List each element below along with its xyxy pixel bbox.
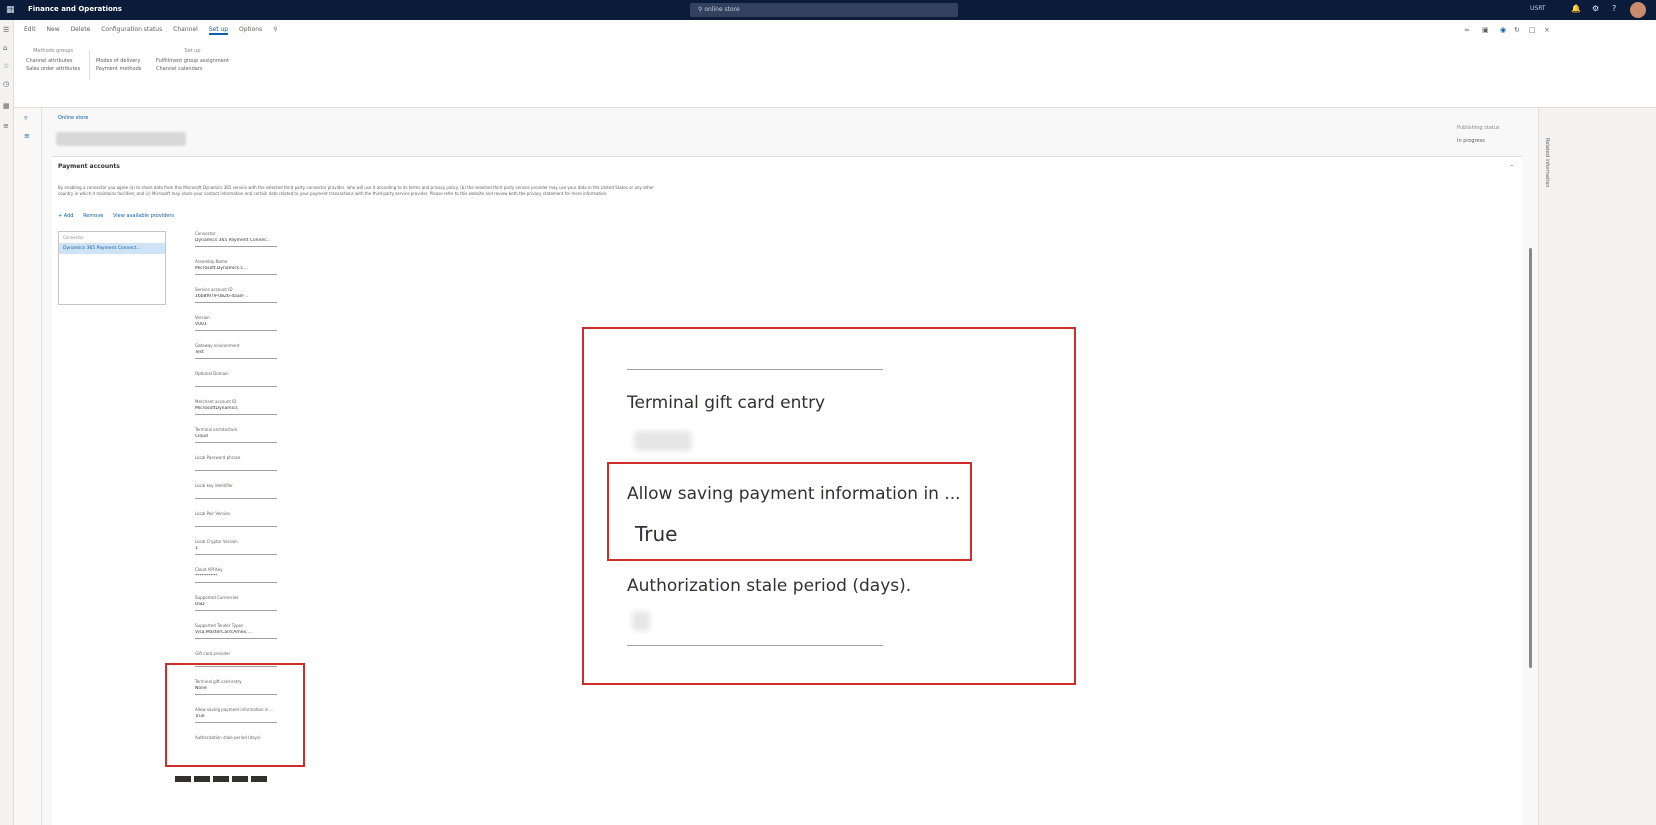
bottom-button[interactable] xyxy=(251,776,267,782)
modules-icon[interactable]: ≡ xyxy=(3,122,9,130)
search-actions-icon[interactable]: ⚲ xyxy=(273,26,277,33)
publishing-status-label: Publishing status xyxy=(1457,125,1500,131)
link-icon[interactable]: ∞ xyxy=(1464,26,1470,34)
highlight-box xyxy=(165,663,305,767)
new-button[interactable]: New xyxy=(47,26,60,33)
local-key-identifier-field: Local key identifier xyxy=(195,483,277,499)
bottom-button[interactable] xyxy=(194,776,210,782)
modes-of-delivery-button[interactable]: Modes of delivery xyxy=(96,57,141,65)
vertical-scrollbar[interactable] xyxy=(1529,248,1532,668)
grid-column-header[interactable]: Connector xyxy=(59,232,165,243)
cloud-api-key-field: Cloud API Key ********** xyxy=(195,567,277,583)
favorites-icon[interactable]: ☆ xyxy=(3,62,9,70)
group-title: Set up xyxy=(184,48,201,54)
related-information-pane: Related information xyxy=(1538,108,1556,825)
merchant-account-id-field: Merchant account ID MicrosoftDynamics xyxy=(195,399,277,415)
bottom-button[interactable] xyxy=(175,776,191,782)
breadcrumb[interactable]: Online store xyxy=(58,115,88,121)
publishing-status-value: In progress xyxy=(1457,138,1485,144)
channel-calendars-button[interactable]: Channel calendars xyxy=(156,65,229,73)
search-input[interactable]: online store xyxy=(704,6,739,13)
optional-domain-field: Optional Domain xyxy=(195,371,277,387)
consent-description: By enabling a connector you agree (a) to… xyxy=(58,185,654,196)
action-toolbar: Edit New Delete Configuration status Cha… xyxy=(24,26,287,40)
add-button[interactable]: + Add xyxy=(58,213,73,219)
delete-button[interactable]: Delete xyxy=(71,26,91,33)
bottom-button-row xyxy=(175,776,270,784)
terminal-gift-card-entry-value-blurred xyxy=(634,431,692,451)
related-information-tab[interactable]: Related information xyxy=(1544,138,1550,187)
sales-order-attributes-button[interactable]: Sales order attributes xyxy=(26,65,80,73)
group-divider xyxy=(89,50,90,80)
local-cryptor-version-field: Local Cryptor Version 1 xyxy=(195,539,277,555)
gateway-environment-field: Gateway environment Test xyxy=(195,343,277,359)
collapse-icon[interactable]: – xyxy=(1510,161,1514,169)
chat-icon[interactable]: ◉ xyxy=(1500,26,1506,34)
filter-pane: ▿ ≡ xyxy=(14,108,42,825)
app-title[interactable]: Finance and Operations xyxy=(28,5,122,13)
app-launcher-icon[interactable]: ▦ xyxy=(6,5,15,15)
home-icon[interactable]: ⌂ xyxy=(3,44,7,52)
supported-currencies-field: Supported Currencies USD xyxy=(195,595,277,611)
connector-field: Connector Dynamics 365 Payment Connec... xyxy=(195,231,277,247)
tab-configuration-status[interactable]: Configuration status xyxy=(101,26,162,33)
refresh-icon[interactable]: ↻ xyxy=(1514,26,1520,34)
company-picker[interactable]: USRT xyxy=(1530,5,1546,12)
assembly-name-field: Assembly Name Microsoft.Dynamics.C... xyxy=(195,259,277,275)
view-providers-button[interactable]: View available providers xyxy=(113,213,174,219)
local-password-phrase-field: Local Password phrase xyxy=(195,455,277,471)
field-underline xyxy=(627,645,883,646)
hamburger-menu-icon[interactable]: ☰ xyxy=(3,26,9,34)
local-pair-version-field: Local Pair Version xyxy=(195,511,277,527)
fulfillment-group-assignment-button[interactable]: Fulfillment group assignment xyxy=(156,57,229,65)
setup-group-col2: Set up Fulfillment group assignment Chan… xyxy=(156,48,229,73)
payment-methods-button[interactable]: Payment methods xyxy=(96,65,141,73)
workspaces-icon[interactable]: ▦ xyxy=(3,102,10,110)
avatar[interactable] xyxy=(1630,2,1646,18)
supported-tender-types-field: Supported Tender Types Visa;MasterCard;Am… xyxy=(195,623,277,639)
office-icon[interactable]: ▣ xyxy=(1482,26,1489,34)
allow-saving-payment-info-label: Allow saving payment information in ... xyxy=(627,484,961,504)
edit-button[interactable]: Edit xyxy=(24,26,36,33)
allow-saving-payment-info-value[interactable]: True xyxy=(635,522,677,546)
left-navigation-rail: ☰ ⌂ ☆ ◷ ▦ ≡ xyxy=(0,20,14,825)
version-field: Version V001 xyxy=(195,315,277,331)
methods-group: Methods groups Channel attributes Sales … xyxy=(26,48,80,73)
tab-channel[interactable]: Channel xyxy=(173,26,198,33)
filter-icon[interactable]: ▿ xyxy=(24,114,28,122)
terminal-gift-card-entry-label: Terminal gift card entry xyxy=(627,393,826,413)
terminal-architecture-field: Terminal architecture Cloud xyxy=(195,427,277,443)
highlight-box xyxy=(607,462,972,561)
remove-button[interactable]: Remove xyxy=(83,213,103,219)
group-title: Methods groups xyxy=(33,48,74,54)
action-pane: Edit New Delete Configuration status Cha… xyxy=(14,20,1656,108)
record-title-blurred xyxy=(56,132,186,146)
right-margin xyxy=(1556,108,1656,825)
close-icon[interactable]: × xyxy=(1544,26,1550,34)
bottom-button[interactable] xyxy=(213,776,229,782)
authorization-stale-period-label: Authorization stale period (days). xyxy=(627,576,912,596)
authorization-stale-period-value-blurred xyxy=(632,611,650,631)
field-underline xyxy=(627,369,883,370)
notifications-icon[interactable]: 🔔 xyxy=(1571,4,1581,13)
fasttab-header[interactable]: Payment accounts xyxy=(58,163,120,170)
bottom-button[interactable] xyxy=(232,776,248,782)
service-account-id-field: Service account ID 16b8f979-0826-4aad-... xyxy=(195,287,277,303)
tab-options[interactable]: Options xyxy=(239,26,262,33)
top-navigation-bar: ▦ Finance and Operations ⚲ online store … xyxy=(0,0,1656,20)
zoomed-callout: Terminal gift card entry Allow saving pa… xyxy=(582,327,1076,685)
channel-attributes-button[interactable]: Channel attributes xyxy=(26,57,80,65)
open-new-window-icon[interactable]: □ xyxy=(1529,26,1536,34)
show-list-icon[interactable]: ≡ xyxy=(24,132,30,140)
help-icon[interactable]: ? xyxy=(1612,4,1616,13)
grid-row[interactable]: Dynamics 365 Payment Connect... xyxy=(59,243,165,254)
recent-icon[interactable]: ◷ xyxy=(3,80,9,88)
search-box[interactable]: ⚲ online store xyxy=(690,3,958,17)
connector-grid: Connector Dynamics 365 Payment Connect..… xyxy=(58,231,166,305)
settings-icon[interactable]: ⚙ xyxy=(1592,4,1599,13)
setup-group-col1: Modes of delivery Payment methods xyxy=(96,48,141,73)
tab-set-up[interactable]: Set up xyxy=(208,26,229,35)
grid-toolbar: + Add Remove View available providers xyxy=(58,213,182,219)
